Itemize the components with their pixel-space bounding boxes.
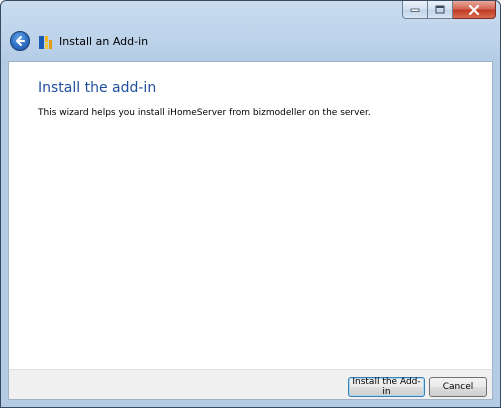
wizard-content: Install the add-in This wizard helps you…	[8, 61, 493, 369]
caption-buttons	[402, 1, 496, 20]
wizard-window: Install an Add-in Install the add-in Thi…	[0, 0, 501, 408]
close-button[interactable]	[453, 1, 496, 19]
minimize-button[interactable]	[402, 1, 428, 19]
page-heading: Install the add-in	[38, 80, 157, 96]
cancel-button[interactable]: Cancel	[429, 377, 487, 397]
minimize-icon	[410, 8, 420, 12]
window-title: Install an Add-in	[59, 35, 149, 48]
back-arrow-icon	[16, 36, 25, 46]
maximize-button[interactable]	[428, 1, 453, 19]
wizard-footer: Install the Add-in Cancel	[8, 369, 493, 400]
page-description: This wizard helps you install iHomeServe…	[38, 108, 371, 118]
install-addin-button[interactable]: Install the Add-in	[348, 377, 425, 397]
add-in-icon	[39, 36, 52, 49]
title-bar[interactable]: Install an Add-in	[1, 1, 500, 61]
back-button[interactable]	[10, 31, 30, 51]
maximize-icon	[435, 5, 445, 14]
close-icon	[468, 4, 480, 15]
